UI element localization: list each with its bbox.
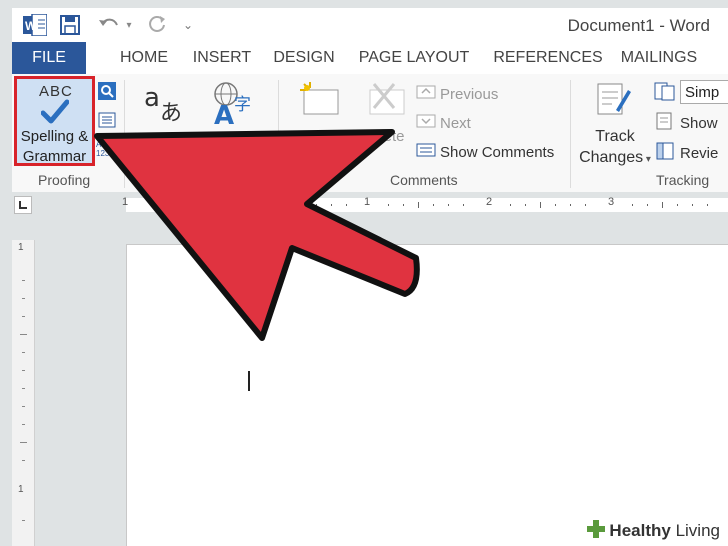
healthy-living-logo-icon	[586, 519, 606, 544]
pointer-arrow-icon	[94, 129, 420, 341]
word-window: W ▾ ⌄ Document1 - Word FILE HOME INSERT …	[0, 0, 728, 546]
watermark: Healthy Living	[580, 518, 726, 544]
watermark-text: Healthy Living	[609, 521, 720, 540]
